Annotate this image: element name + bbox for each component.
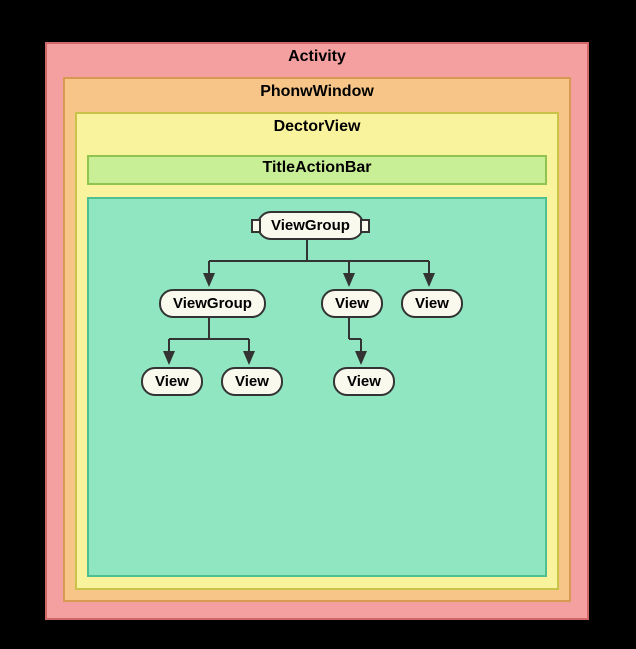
dectorview-label: DectorView <box>77 114 557 140</box>
node-child-view1: View <box>321 289 383 318</box>
node-leaf3-label: View <box>347 373 381 390</box>
node-child-view2: View <box>401 289 463 318</box>
content-area: ViewGroup ViewGroup View View View View … <box>87 197 547 577</box>
titlebar-layer: TitleActionBar <box>87 155 547 185</box>
node-leaf2: View <box>221 367 283 396</box>
node-child-view1-label: View <box>335 295 369 312</box>
node-root-viewgroup: ViewGroup <box>257 211 364 240</box>
diagram-container: Activity PhonwWindow DectorView TitleAct… <box>45 42 589 620</box>
node-child-view2-label: View <box>415 295 449 312</box>
node-leaf1-label: View <box>155 373 189 390</box>
node-leaf2-label: View <box>235 373 269 390</box>
titlebar-label: TitleActionBar <box>89 157 545 179</box>
node-child-viewgroup: ViewGroup <box>159 289 266 318</box>
node-leaf3: View <box>333 367 395 396</box>
node-leaf1: View <box>141 367 203 396</box>
activity-label: Activity <box>47 44 587 70</box>
node-root-label: ViewGroup <box>271 217 350 234</box>
node-child-group-label: ViewGroup <box>173 295 252 312</box>
node-handle-icon <box>251 219 261 233</box>
node-handle-icon <box>360 219 370 233</box>
phonewindow-label: PhonwWindow <box>65 79 569 105</box>
